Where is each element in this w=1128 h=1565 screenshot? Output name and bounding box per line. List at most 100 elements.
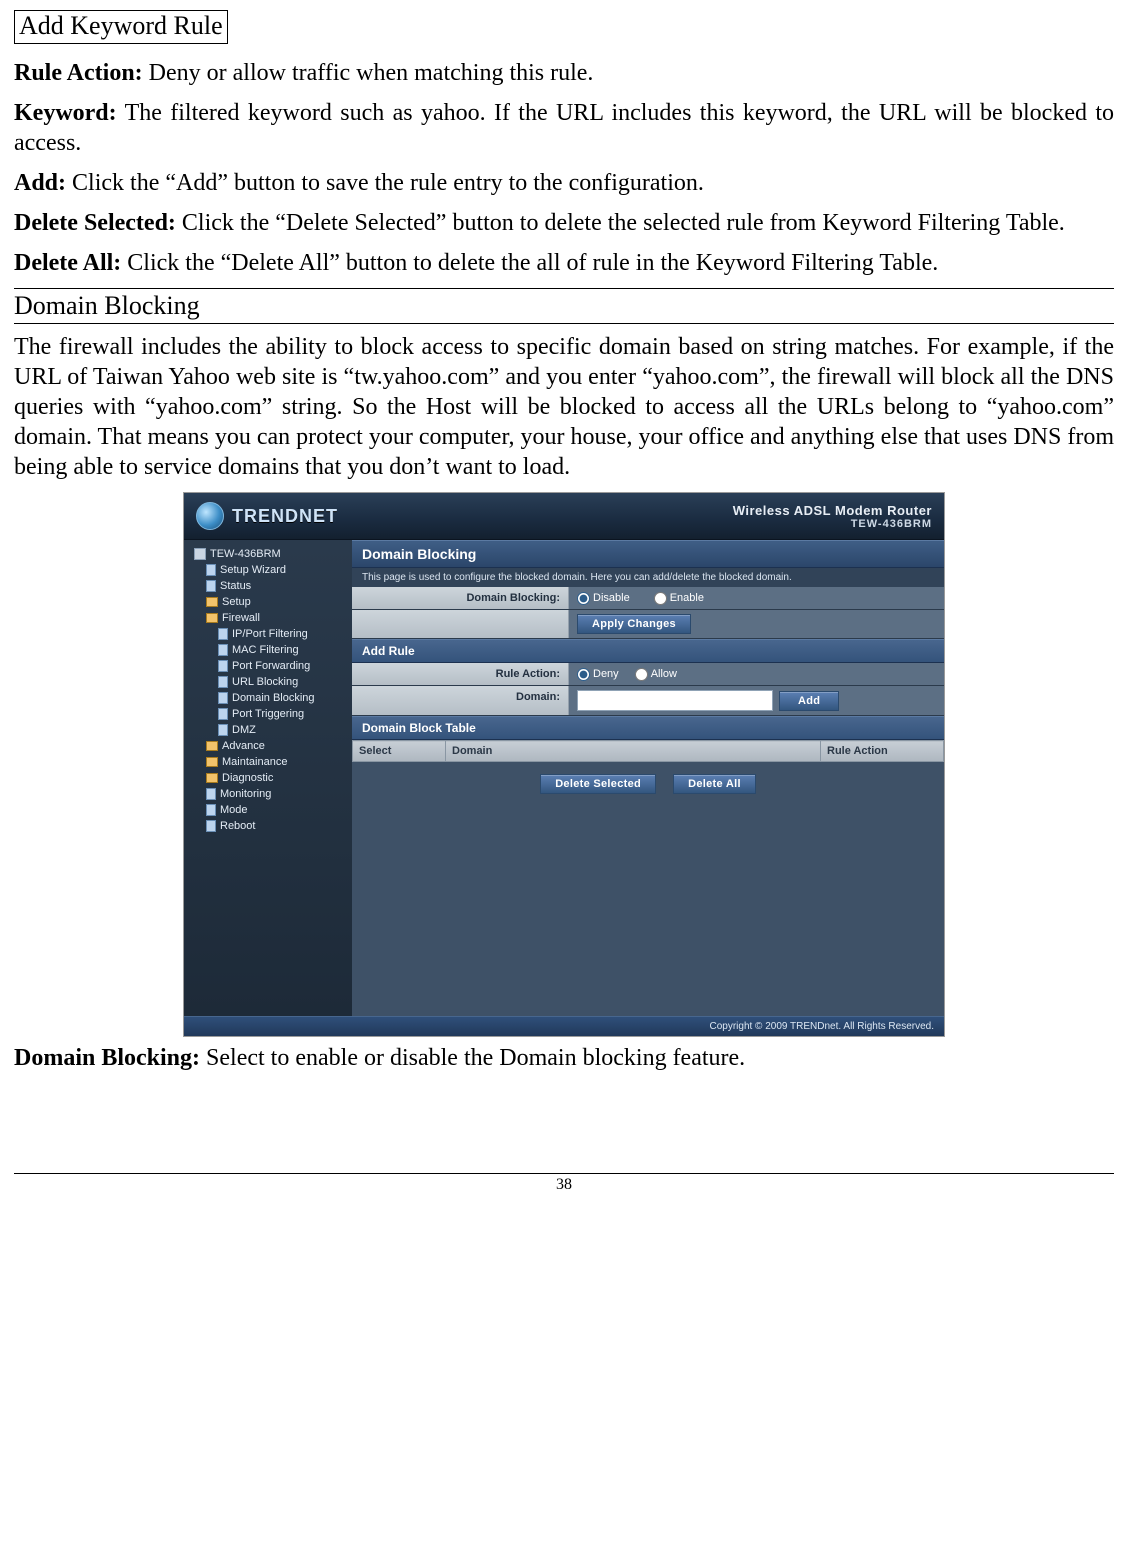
nav-setup[interactable]: Setup bbox=[188, 594, 348, 610]
router-topbar: TRENDNET Wireless ADSL Modem Router TEW-… bbox=[184, 493, 944, 540]
domain-blocking-after: Domain Blocking: Select to enable or dis… bbox=[14, 1043, 1114, 1073]
keyword-label: Keyword: bbox=[14, 100, 117, 126]
nav-label: Domain Blocking bbox=[232, 692, 315, 704]
nav-label: Maintainance bbox=[222, 756, 287, 768]
domain-blocking-after-label: Domain Blocking: bbox=[14, 1045, 200, 1071]
deny-option[interactable]: Deny bbox=[577, 668, 619, 681]
domain-input[interactable] bbox=[577, 690, 773, 711]
nav-port-triggering[interactable]: Port Triggering bbox=[188, 706, 348, 722]
nav-mode[interactable]: Mode bbox=[188, 802, 348, 818]
nav-port-forwarding[interactable]: Port Forwarding bbox=[188, 658, 348, 674]
add-button[interactable]: Add bbox=[779, 691, 839, 711]
folder-icon bbox=[206, 757, 218, 767]
folder-icon bbox=[206, 773, 218, 783]
block-table-title: Domain Block Table bbox=[352, 716, 944, 740]
enable-option[interactable]: Enable bbox=[654, 592, 704, 605]
nav-setup-wizard[interactable]: Setup Wizard bbox=[188, 562, 348, 578]
table-buttons: Delete Selected Delete All bbox=[352, 762, 944, 802]
nav-reboot[interactable]: Reboot bbox=[188, 818, 348, 834]
keyword-desc: Keyword: The filtered keyword such as ya… bbox=[14, 98, 1114, 158]
nav-dmz[interactable]: DMZ bbox=[188, 722, 348, 738]
rule-action-desc: Rule Action: Deny or allow traffic when … bbox=[14, 58, 1114, 88]
nav-mac-filtering[interactable]: MAC Filtering bbox=[188, 642, 348, 658]
apply-changes-button[interactable]: Apply Changes bbox=[577, 614, 691, 634]
rule-action-text: Deny or allow traffic when matching this… bbox=[143, 60, 594, 86]
router-brand: TRENDNET bbox=[196, 502, 338, 530]
th-select: Select bbox=[353, 741, 446, 762]
device-icon bbox=[194, 548, 206, 560]
router-main: Domain Blocking This page is used to con… bbox=[352, 540, 944, 1016]
page-icon bbox=[218, 628, 228, 640]
folder-open-icon bbox=[206, 613, 218, 623]
page-icon bbox=[218, 660, 228, 672]
row-rule-action: Rule Action: Deny Allow bbox=[352, 663, 944, 686]
allow-option[interactable]: Allow bbox=[635, 668, 677, 681]
nav-monitoring[interactable]: Monitoring bbox=[188, 786, 348, 802]
nav-label: Monitoring bbox=[220, 788, 271, 800]
nav-label: DMZ bbox=[232, 724, 256, 736]
nav-diagnostic[interactable]: Diagnostic bbox=[188, 770, 348, 786]
add-label: Add: bbox=[14, 170, 66, 196]
nav-label: Diagnostic bbox=[222, 772, 273, 784]
add-desc: Add: Click the “Add” button to save the … bbox=[14, 168, 1114, 198]
domain-blocking-heading: Domain Blocking bbox=[14, 288, 1114, 324]
disable-radio[interactable] bbox=[577, 592, 590, 605]
panel-desc: This page is used to configure the block… bbox=[352, 568, 944, 587]
nav-root[interactable]: TEW-436BRM bbox=[188, 546, 348, 562]
delete-all-text: Click the “Delete All” button to delete … bbox=[121, 250, 938, 276]
nav-label: Status bbox=[220, 580, 251, 592]
nav-status[interactable]: Status bbox=[188, 578, 348, 594]
page-icon bbox=[206, 804, 216, 816]
page-icon bbox=[206, 788, 216, 800]
brand-text: TRENDNET bbox=[232, 506, 338, 527]
allow-label: Allow bbox=[651, 668, 677, 680]
row-apply: Apply Changes bbox=[352, 610, 944, 639]
rule-action-label: Rule Action: bbox=[14, 60, 143, 86]
delete-all-button[interactable]: Delete All bbox=[673, 774, 756, 794]
nav-label: URL Blocking bbox=[232, 676, 298, 688]
router-screenshot: TRENDNET Wireless ADSL Modem Router TEW-… bbox=[183, 492, 945, 1037]
nav-firewall[interactable]: Firewall bbox=[188, 610, 348, 626]
router-footer: Copyright © 2009 TRENDnet. All Rights Re… bbox=[184, 1016, 944, 1036]
model-line2: TEW-436BRM bbox=[733, 518, 932, 530]
th-domain: Domain bbox=[446, 741, 821, 762]
nav-label: Mode bbox=[220, 804, 248, 816]
row-domain-blocking: Domain Blocking: Disable Enable bbox=[352, 587, 944, 610]
domain-blocking-intro: The firewall includes the ability to blo… bbox=[14, 332, 1114, 482]
nav-root-label: TEW-436BRM bbox=[210, 548, 281, 560]
nav-url-blocking[interactable]: URL Blocking bbox=[188, 674, 348, 690]
page-icon bbox=[206, 820, 216, 832]
nav-label: Setup bbox=[222, 596, 251, 608]
brand-logo-icon bbox=[196, 502, 224, 530]
domain-blocking-label: Domain Blocking: bbox=[352, 587, 569, 609]
page-icon bbox=[206, 580, 216, 592]
nav-maintainance[interactable]: Maintainance bbox=[188, 754, 348, 770]
add-keyword-rule-heading: Add Keyword Rule bbox=[14, 10, 228, 44]
domain-field-label: Domain: bbox=[352, 686, 569, 715]
add-text: Click the “Add” button to save the rule … bbox=[66, 170, 704, 196]
delete-all-desc: Delete All: Click the “Delete All” butto… bbox=[14, 248, 1114, 278]
nav-label: Reboot bbox=[220, 820, 255, 832]
nav-ipport-filtering[interactable]: IP/Port Filtering bbox=[188, 626, 348, 642]
nav-label: Firewall bbox=[222, 612, 260, 624]
th-rule-action: Rule Action bbox=[821, 741, 944, 762]
nav-advance[interactable]: Advance bbox=[188, 738, 348, 754]
nav-label: IP/Port Filtering bbox=[232, 628, 308, 640]
disable-label: Disable bbox=[593, 592, 630, 604]
enable-radio[interactable] bbox=[654, 592, 667, 605]
nav-label: Advance bbox=[222, 740, 265, 752]
deny-radio[interactable] bbox=[577, 668, 590, 681]
row-domain: Domain: Add bbox=[352, 686, 944, 716]
allow-radio[interactable] bbox=[635, 668, 648, 681]
domain-blocking-after-text: Select to enable or disable the Domain b… bbox=[200, 1045, 745, 1071]
page-icon bbox=[206, 564, 216, 576]
page-icon bbox=[218, 644, 228, 656]
page-icon bbox=[218, 724, 228, 736]
rule-action-field-label: Rule Action: bbox=[352, 663, 569, 685]
folder-icon bbox=[206, 741, 218, 751]
nav-domain-blocking[interactable]: Domain Blocking bbox=[188, 690, 348, 706]
delete-selected-button[interactable]: Delete Selected bbox=[540, 774, 656, 794]
page-icon bbox=[218, 676, 228, 688]
router-model: Wireless ADSL Modem Router TEW-436BRM bbox=[733, 503, 932, 530]
disable-option[interactable]: Disable bbox=[577, 592, 630, 605]
